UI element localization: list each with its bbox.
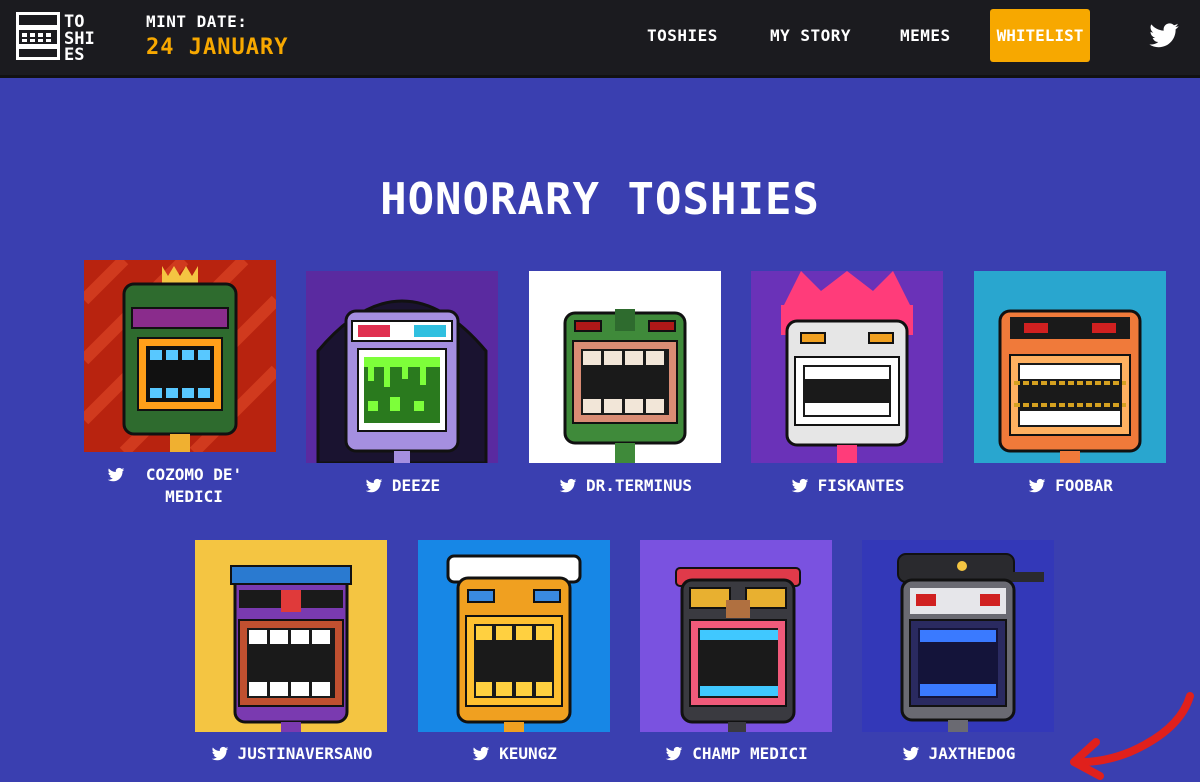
toshie-avatar-image[interactable] (195, 540, 387, 732)
mint-info: MINT DATE: 24 JANUARY (146, 12, 288, 60)
toshie-name[interactable]: FISKANTES (818, 475, 905, 497)
toshie-name[interactable]: KEUNGZ (499, 743, 557, 765)
toshies-logo[interactable]: TO SHI ES (16, 12, 134, 60)
mint-date-label: MINT DATE: (146, 12, 248, 31)
toshie-avatar-image[interactable] (640, 540, 832, 732)
mint-date-value: 24 JANUARY (146, 35, 289, 60)
twitter-icon[interactable] (558, 477, 578, 495)
twitter-icon[interactable] (106, 466, 126, 484)
twitter-icon[interactable] (901, 745, 921, 763)
toshie-name[interactable]: FOOBAR (1055, 475, 1113, 497)
toshie-name[interactable]: JAXTHEDOG (929, 743, 1016, 765)
twitter-icon[interactable] (790, 477, 810, 495)
twitter-icon[interactable] (1027, 477, 1047, 495)
twitter-icon[interactable] (364, 477, 384, 495)
nav-memes[interactable]: MEMES (900, 26, 951, 45)
toshie-name[interactable]: CHAMP MEDICI (692, 743, 808, 765)
twitter-icon[interactable] (1148, 20, 1180, 52)
toshie-avatar-image[interactable] (84, 260, 276, 452)
toshie-avatar-image[interactable] (418, 540, 610, 732)
twitter-icon[interactable] (471, 745, 491, 763)
toshie-name[interactable]: JUSTINAVERSANO (238, 743, 373, 765)
toshie-name[interactable]: COZOMO DE' MEDICI (134, 464, 254, 508)
red-arrow-annotation (1070, 692, 1194, 780)
toshie-caption: KEUNGZ (418, 743, 610, 765)
toshie-caption: DR.TERMINUS (529, 475, 721, 497)
nav-toshies[interactable]: TOSHIES (647, 26, 718, 45)
page-title: HONORARY TOSHIES (380, 174, 820, 225)
toshie-name[interactable]: DR.TERMINUS (586, 475, 692, 497)
toshie-avatar-image[interactable] (751, 271, 943, 463)
toshie-caption: JUSTINAVERSANO (195, 743, 387, 765)
toshie-caption: CHAMP MEDICI (640, 743, 832, 765)
toshie-caption: COZOMO DE' MEDICI (84, 464, 276, 508)
toshie-caption: DEEZE (306, 475, 498, 497)
toshie-avatar-image[interactable] (974, 271, 1166, 463)
twitter-icon[interactable] (210, 745, 230, 763)
whitelist-button[interactable]: WHITELIST (990, 9, 1090, 62)
toshie-avatar-image[interactable] (862, 540, 1054, 732)
toshie-caption: JAXTHEDOG (862, 743, 1054, 765)
toshie-caption: FOOBAR (974, 475, 1166, 497)
nav-my-story[interactable]: MY STORY (770, 26, 851, 45)
toshie-name[interactable]: DEEZE (392, 475, 440, 497)
twitter-icon[interactable] (664, 745, 684, 763)
toshie-avatar-image[interactable] (306, 271, 498, 463)
svg-text:ES: ES (64, 45, 84, 60)
site-header: TO SHI ES MINT DATE: 24 JANUARY TOSHIES … (0, 0, 1200, 78)
toshie-avatar-image[interactable] (529, 271, 721, 463)
toshie-caption: FISKANTES (751, 475, 943, 497)
